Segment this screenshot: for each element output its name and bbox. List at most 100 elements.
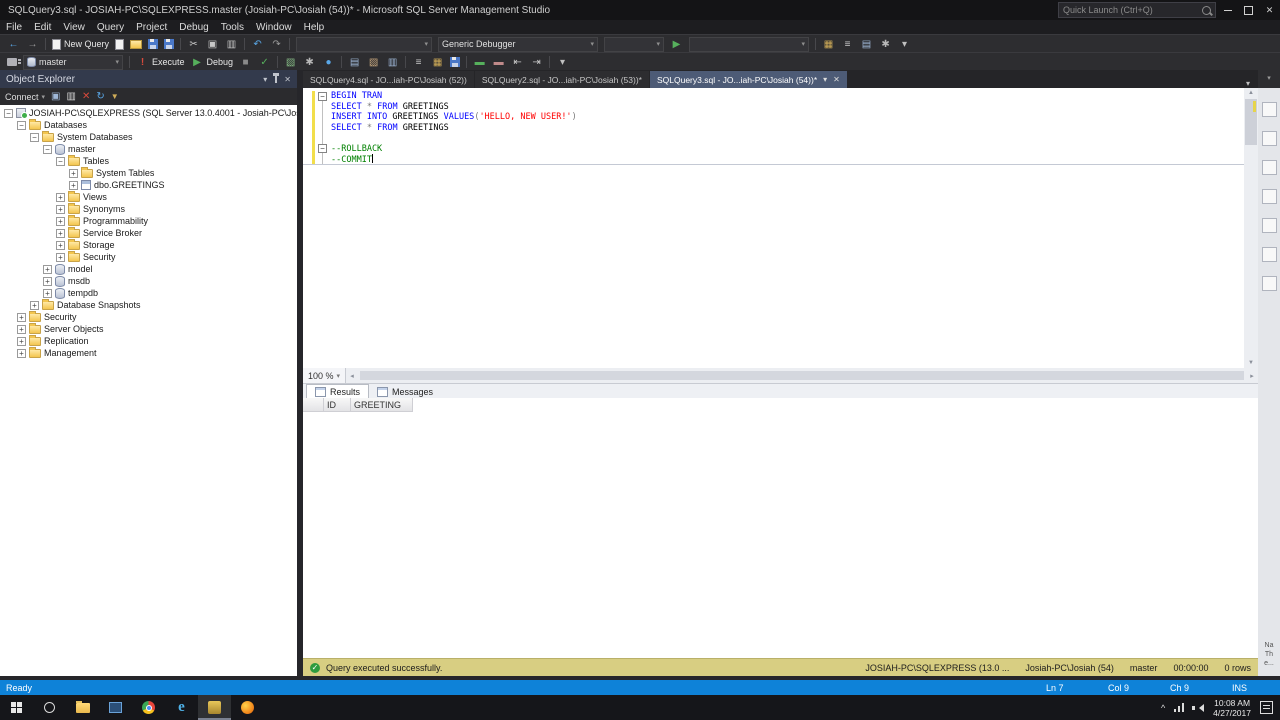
tree-item[interactable]: + Security [0,251,297,263]
dock-chevron-icon[interactable]: ▾ [1258,70,1280,88]
tree-item[interactable]: + model [0,263,297,275]
scroll-left-icon[interactable]: ◂ [346,372,358,380]
execute-button[interactable]: ! Execute [133,54,188,70]
dock-icon[interactable] [1261,102,1277,117]
results-to-text-button[interactable]: ≡ [838,36,857,52]
dock-icon[interactable] [1261,247,1277,262]
toolbar-overflow-button[interactable]: ▾ [895,36,914,52]
query-options-button[interactable]: ✱ [300,54,319,70]
specify-template-values-button[interactable]: ▤ [345,54,364,70]
taskbar-button-ssms[interactable] [198,695,231,720]
code-area[interactable]: BEGIN TRAN SELECT * FROM GREETINGS INSERT … [331,91,1242,165]
undo-button[interactable]: ↶ [248,36,267,52]
tree-item[interactable]: + System Tables [0,167,297,179]
window-position-icon[interactable]: ▾ [263,75,267,84]
document-tab[interactable]: SQLQuery3.sql - JO...iah-PC\Josiah (54))… [649,71,847,88]
debugger-selector-combo[interactable]: Generic Debugger ▾ [438,36,599,52]
dock-icon[interactable] [1261,218,1277,233]
tree-item[interactable]: + msdb [0,275,297,287]
comment-selection-button[interactable]: ▬ [470,54,489,70]
intellisense-enabled-button[interactable]: ● [319,54,338,70]
expand-icon[interactable]: + [56,252,65,262]
volume-icon[interactable] [1192,703,1205,712]
tree-item[interactable]: + Service Broker [0,227,297,239]
navigate-forward-button[interactable]: → [23,36,42,52]
save-all-button[interactable] [161,36,177,52]
close-button[interactable]: ✕ [1259,0,1280,20]
disconnect-icon[interactable]: ▣ [51,88,60,105]
fold-toggle-icon[interactable]: − [318,144,327,153]
tree-item[interactable]: + Replication [0,335,297,347]
document-tab[interactable]: SQLQuery2.sql - JO...iah-PC\Josiah (53))… [474,71,649,88]
expand-icon[interactable]: + [43,288,52,298]
editor-vertical-scrollbar[interactable]: ▲ ▼ [1244,88,1258,368]
dock-icon[interactable] [1261,160,1277,175]
expand-icon[interactable]: + [17,348,26,358]
save-button[interactable] [145,36,161,52]
row-header-cell[interactable] [303,398,324,412]
debug-button[interactable]: ▶ Debug [188,54,237,70]
close-panel-icon[interactable]: ✕ [284,75,291,84]
tree-item[interactable]: + Management [0,347,297,359]
expand-icon[interactable]: + [56,216,65,226]
stop-icon[interactable]: ▥ [67,88,76,105]
expand-icon[interactable]: + [30,300,39,310]
display-estimated-plan-button[interactable]: ▧ [281,54,300,70]
taskbar-button-search[interactable] [33,695,66,720]
scrollbar-thumb[interactable] [360,371,1244,380]
taskbar-button-app-window[interactable] [99,695,132,720]
menu-window[interactable]: Window [250,22,298,33]
expand-icon[interactable]: + [17,336,26,346]
action-center-icon[interactable] [1260,701,1273,714]
cancel-executing-query-button[interactable]: ■ [236,54,255,70]
tree-item[interactable]: + Storage [0,239,297,251]
scroll-right-icon[interactable]: ▸ [1246,372,1258,380]
redo-button[interactable]: ↷ [267,36,286,52]
tray-chevron-up-icon[interactable]: ^ [1161,703,1165,713]
expand-icon[interactable]: + [43,276,52,286]
navigate-backward-button[interactable]: ← [4,36,23,52]
menu-file[interactable]: File [0,22,28,33]
decrease-indent-button[interactable]: ⇤ [508,54,527,70]
parse-button[interactable]: ✓ [255,54,274,70]
column-header-greeting[interactable]: GREETING [351,398,413,412]
tab-chevron-icon[interactable]: ▾ [823,75,827,84]
open-file-button[interactable] [127,36,145,52]
quick-launch-input[interactable]: Quick Launch (Ctrl+Q) [1058,2,1216,18]
expand-icon[interactable]: + [43,264,52,274]
results-tab-results[interactable]: Results [306,384,370,399]
expand-icon[interactable]: + [17,324,26,334]
change-connection-button[interactable] [4,54,21,70]
sql-editor[interactable]: BEGIN TRAN SELECT * FROM GREETINGS INSERT … [303,88,1258,368]
network-icon[interactable] [1174,703,1187,712]
menu-debug[interactable]: Debug [173,22,214,33]
taskbar-button-edge[interactable]: e [165,695,198,720]
object-explorer-tree[interactable]: − JOSIAH-PC\SQLEXPRESS (SQL Server 13.0.4… [0,105,297,676]
copy-button[interactable]: ▣ [203,36,222,52]
tree-item[interactable]: + Database Snapshots [0,299,297,311]
document-tab[interactable]: SQLQuery4.sql - JO...iah-PC\Josiah (52)) [303,71,474,88]
results-to-grid-button[interactable]: ▦ [428,54,447,70]
increase-indent-button[interactable]: ⇥ [527,54,546,70]
sql-toolbar-overflow-button[interactable]: ▾ [553,54,572,70]
remove-icon[interactable]: ✕ [82,88,90,105]
expand-icon[interactable]: + [17,312,26,322]
tree-item[interactable]: + tempdb [0,287,297,299]
query-designer-button[interactable]: ▤ [857,36,876,52]
new-query-button[interactable]: New Query [49,36,112,52]
toolbar-options-button[interactable]: ✱ [876,36,895,52]
taskbar-button-chrome[interactable] [132,695,165,720]
include-actual-plan-button[interactable]: ▧ [364,54,383,70]
results-to-file-button[interactable] [447,54,463,70]
collapse-icon[interactable]: − [4,108,13,118]
tree-item[interactable]: + Programmability [0,215,297,227]
collapse-icon[interactable]: − [43,144,52,154]
tab-close-icon[interactable]: ✕ [833,75,840,84]
tree-item[interactable]: + Views [0,191,297,203]
menu-tools[interactable]: Tools [215,22,250,33]
scroll-down-icon[interactable]: ▼ [1244,358,1258,368]
expand-icon[interactable]: + [56,192,65,202]
find-box-combo[interactable]: ▾ [689,36,810,52]
collapse-icon[interactable]: − [56,156,65,166]
tree-item[interactable]: − System Databases [0,131,297,143]
